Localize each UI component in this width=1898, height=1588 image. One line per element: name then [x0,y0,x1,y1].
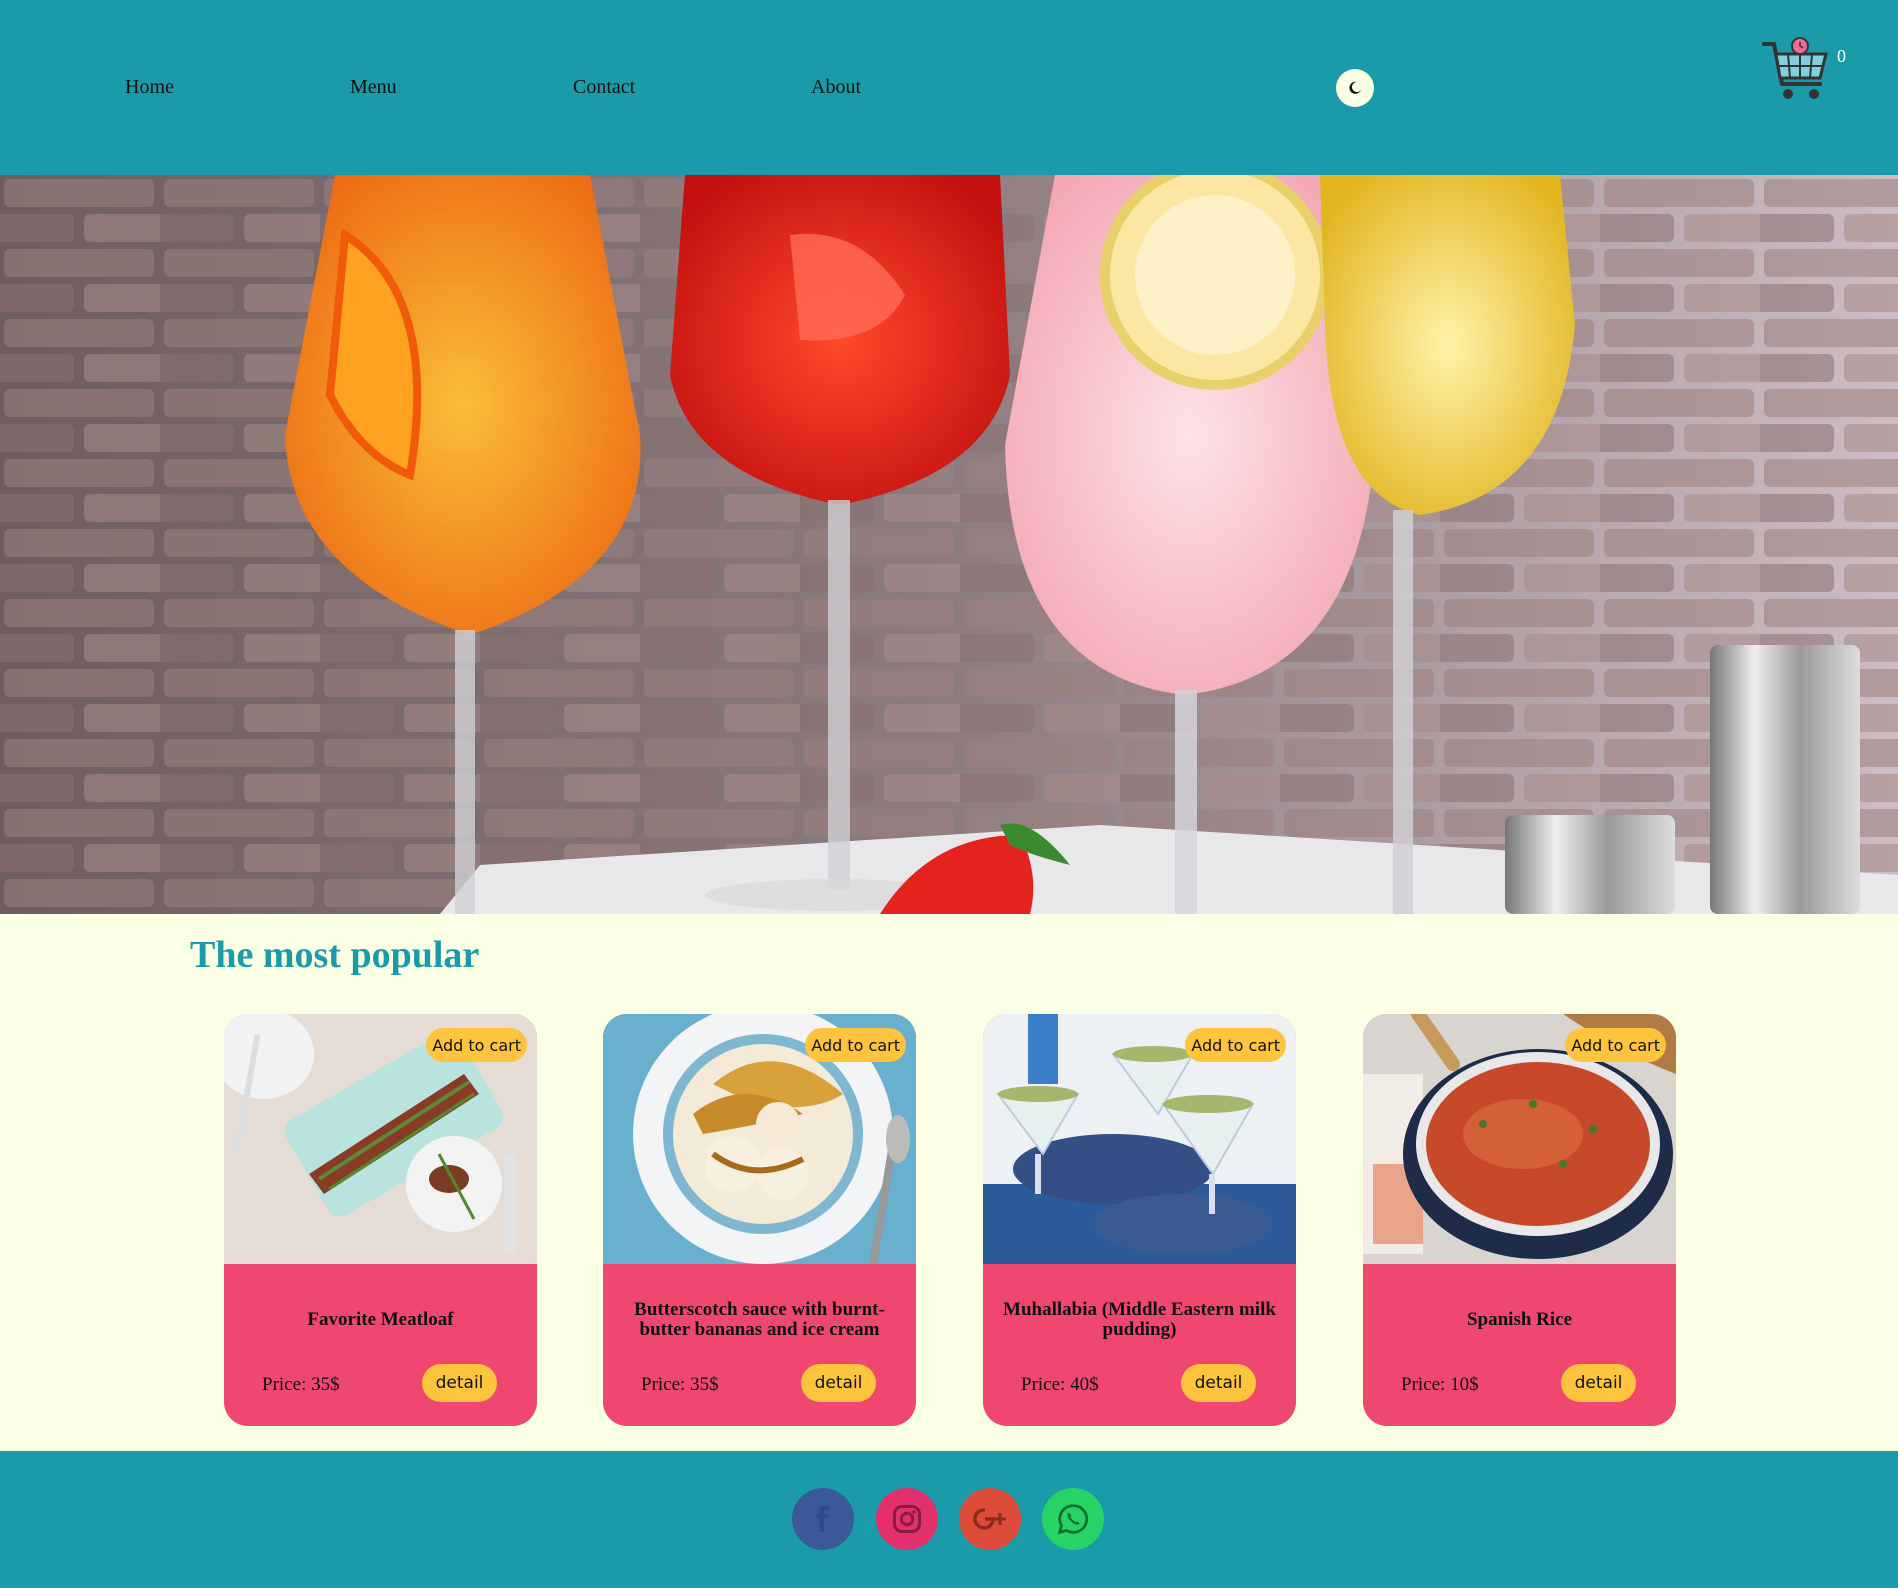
nav-about[interactable]: About [811,76,861,99]
google-plus-link[interactable] [959,1488,1021,1550]
product-price: Price: 40$ [1021,1374,1099,1395]
add-to-cart-button[interactable]: Add to cart [1565,1028,1666,1062]
nav-menu[interactable]: Menu [350,76,397,99]
product-card: Add to cart Favorite Meatloaf Price: 35$… [224,1014,537,1426]
instagram-icon [893,1505,921,1533]
product-card: Add to cart Spanish Rice Price: 10$ deta… [1363,1014,1676,1426]
shopping-cart-icon [1762,37,1828,99]
moon-icon [1349,81,1361,94]
product-price: Price: 10$ [1401,1374,1479,1395]
add-to-cart-button[interactable]: Add to cart [426,1028,527,1062]
nav-contact[interactable]: Contact [573,76,635,99]
detail-button[interactable]: detail [422,1364,497,1402]
theme-toggle-button[interactable] [1336,69,1374,107]
google-plus-icon [973,1508,1006,1530]
add-to-cart-button[interactable]: Add to cart [1185,1028,1286,1062]
detail-button[interactable]: detail [1181,1364,1256,1402]
product-name: Favorite Meatloaf [307,1309,454,1330]
product-card: Add to cart Muhallabia (Middle Eastern m… [983,1014,1296,1426]
footer [0,1451,1898,1588]
hero-image [0,175,1898,914]
detail-button[interactable]: detail [1561,1364,1636,1402]
detail-button[interactable]: detail [801,1364,876,1402]
product-name: Butterscotch sauce with burnt-butter ban… [634,1299,885,1340]
section-title: The most popular [190,934,480,976]
facebook-link[interactable] [792,1488,854,1550]
add-to-cart-button[interactable]: Add to cart [805,1028,906,1062]
whatsapp-link[interactable] [1042,1488,1104,1550]
instagram-link[interactable] [876,1488,938,1550]
whatsapp-icon [1057,1504,1089,1535]
nav-home[interactable]: Home [125,76,174,99]
product-name: Spanish Rice [1466,1309,1573,1330]
cart-button[interactable] [1760,36,1832,108]
product-card: Add to cart Butterscotch sauce with burn… [603,1014,916,1426]
facebook-icon [816,1505,829,1533]
product-name: Muhallabia (Middle Eastern milk pudding) [1003,1299,1276,1340]
header: Home Menu Contact About 0 [0,0,1898,175]
product-price: Price: 35$ [641,1374,719,1395]
cart-count: 0 [1837,46,1846,66]
product-price: Price: 35$ [262,1374,340,1395]
